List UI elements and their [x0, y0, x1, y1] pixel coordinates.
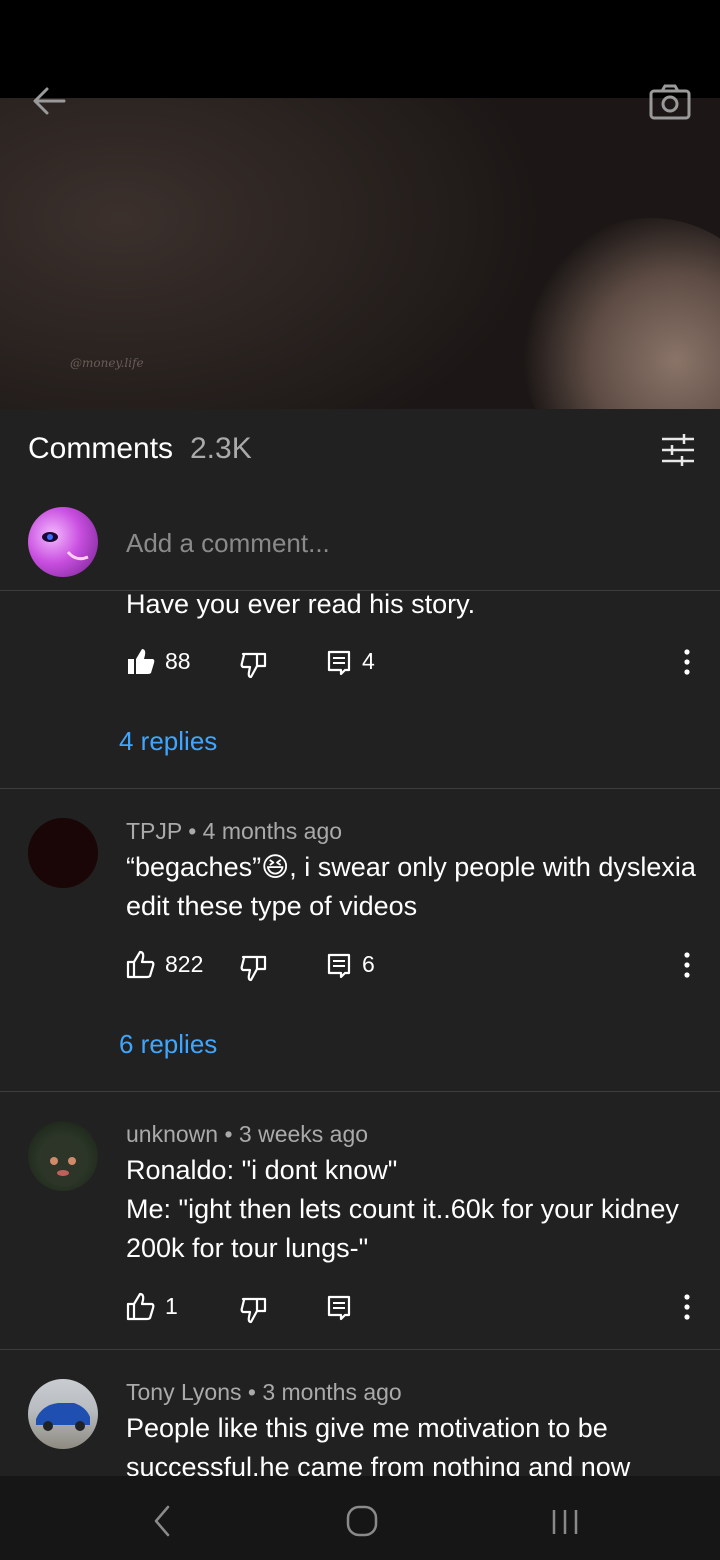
back-arrow-icon[interactable] [30, 84, 68, 118]
thumbs-up-icon[interactable] [126, 647, 156, 677]
divider [0, 1349, 720, 1350]
comments-count: 2.3K [190, 432, 252, 465]
comment-line: successful.he came from nothing and now [126, 1452, 631, 1476]
comment-author[interactable]: TPJP [126, 818, 182, 844]
comment-meta: Tony Lyons • 3 months ago [126, 1379, 402, 1406]
comment-line: “begaches”😆, i swear only people with dy… [126, 852, 696, 882]
reply-icon[interactable] [325, 648, 355, 678]
comment-line: Me: "ight then lets count it..60k for yo… [126, 1194, 679, 1224]
comment-author[interactable]: Tony Lyons [126, 1379, 242, 1405]
more-vert-icon[interactable] [678, 950, 696, 980]
comment-line: 200k for tour lungs-" [126, 1233, 369, 1263]
meta-separator: • [247, 1379, 263, 1405]
divider [0, 1091, 720, 1092]
nav-home-icon[interactable] [345, 1504, 379, 1538]
video-player[interactable]: @money.life [0, 98, 720, 409]
view-replies-link[interactable]: 6 replies [119, 1029, 217, 1060]
comment-author[interactable]: unknown [126, 1121, 218, 1147]
thumbs-up-icon[interactable] [126, 950, 156, 980]
video-watermark: @money.life [70, 356, 144, 370]
nav-recents-icon[interactable] [550, 1507, 580, 1537]
reply-icon[interactable] [325, 1293, 355, 1323]
comments-title: Comments [28, 432, 174, 465]
thumbs-down-icon[interactable] [239, 650, 269, 680]
status-bar [0, 0, 720, 98]
nav-back-icon[interactable] [150, 1503, 174, 1539]
like-count: 1 [165, 1293, 178, 1319]
add-comment-input[interactable]: Add a comment... [126, 528, 330, 559]
comment-time: 3 weeks ago [238, 1121, 369, 1147]
commenter-avatar[interactable] [28, 1379, 98, 1449]
meta-separator: • [188, 818, 203, 844]
thumbs-down-icon[interactable] [239, 1295, 269, 1325]
filter-icon[interactable] [660, 432, 696, 468]
comment-text: Ronaldo: "i dont know" Me: "ight then le… [126, 1151, 706, 1268]
comment-time: 4 months ago [202, 818, 343, 844]
reply-count: 6 [362, 951, 375, 977]
reply-icon[interactable] [325, 951, 355, 981]
user-avatar[interactable] [28, 507, 98, 577]
commenter-avatar[interactable] [28, 818, 98, 888]
more-vert-icon[interactable] [678, 1292, 696, 1322]
thumbs-down-icon[interactable] [239, 953, 269, 983]
view-replies-link[interactable]: 4 replies [119, 726, 217, 757]
thumbs-up-icon[interactable] [126, 1292, 156, 1322]
divider [0, 788, 720, 789]
comment-line: Ronaldo: "i dont know" [126, 1155, 398, 1185]
comment-time: 3 months ago [262, 1379, 402, 1405]
comment-text: “begaches”😆, i swear only people with dy… [126, 848, 706, 926]
like-count: 822 [165, 951, 204, 977]
video-frame-blur [520, 218, 720, 409]
comment-meta: unknown • 3 weeks ago [126, 1121, 368, 1148]
comment-meta: TPJP • 4 months ago [126, 818, 342, 845]
reply-count: 4 [362, 648, 375, 674]
like-count: 88 [165, 648, 191, 674]
meta-separator: • [224, 1121, 239, 1147]
commenter-avatar[interactable] [28, 1121, 98, 1191]
comment-line: People like this give me motivation to b… [126, 1413, 608, 1443]
comment-line: edit these type of videos [126, 891, 418, 921]
more-vert-icon[interactable] [678, 647, 696, 677]
comment-text: People like this give me motivation to b… [126, 1409, 706, 1476]
comment-text: Have you ever read his story. [126, 589, 476, 619]
camera-icon[interactable] [648, 82, 692, 122]
add-comment-row [0, 495, 720, 591]
